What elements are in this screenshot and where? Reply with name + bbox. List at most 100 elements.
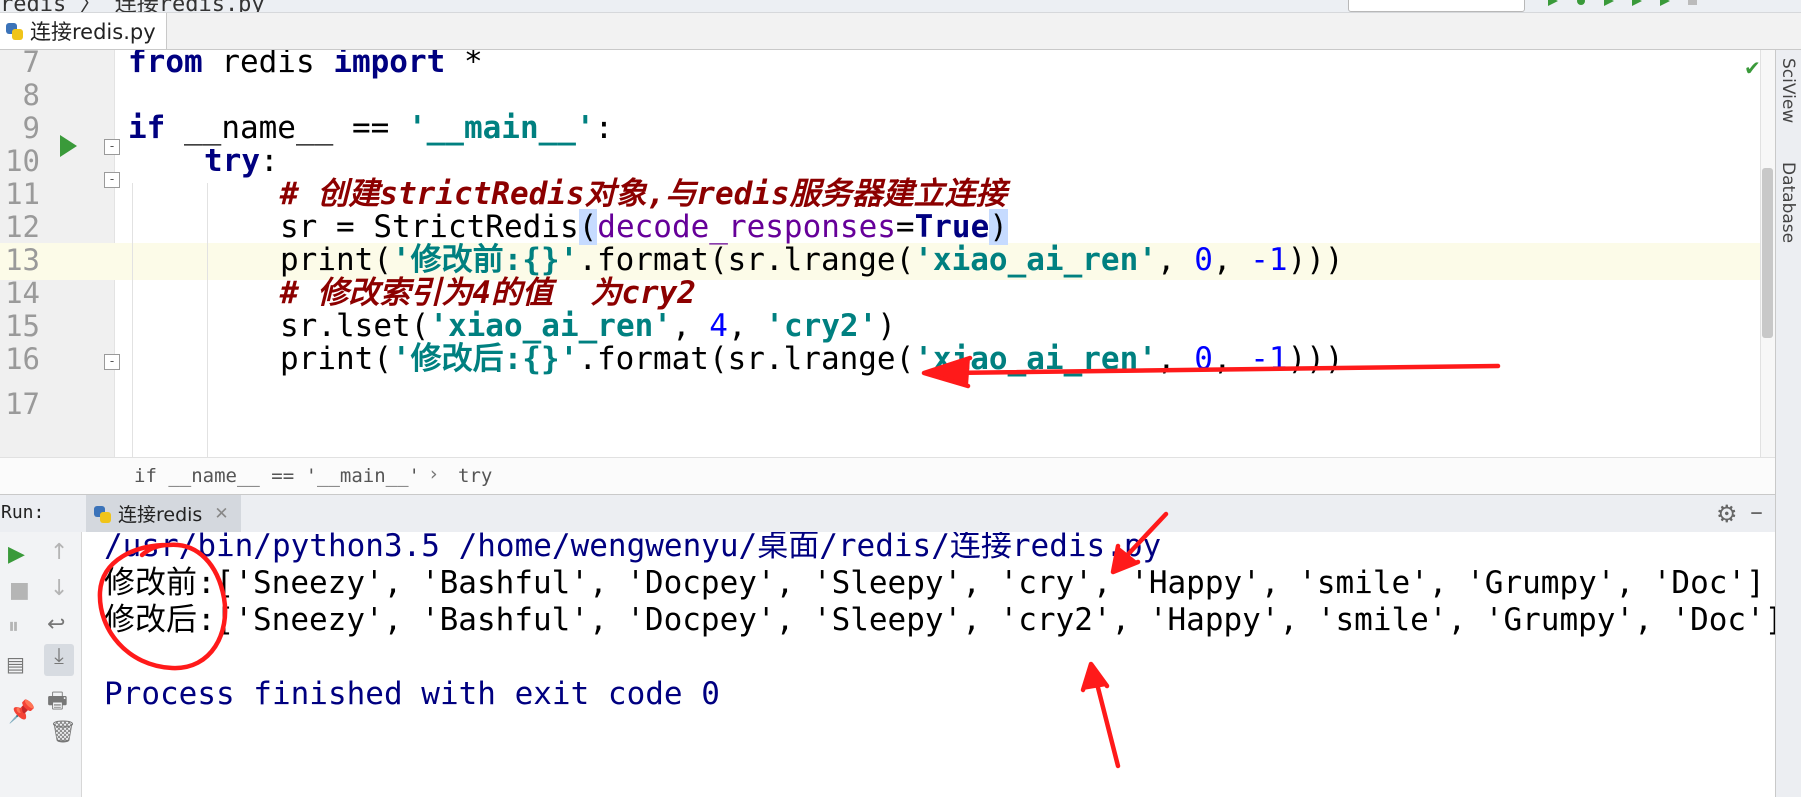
editor-tab-bar: 连接redis.py	[0, 13, 1801, 50]
code-line-13: print('修改前:{}'.format(sr.lrange('xiao_ai…	[280, 242, 1344, 279]
code-text: print(	[280, 242, 392, 278]
indent-guide	[132, 183, 133, 457]
code-line-14-comment: # 修改索引为4的值 为cry2	[280, 275, 696, 311]
code-text: __name__ ==	[165, 110, 408, 146]
string-literal: 'cry2'	[765, 308, 878, 344]
minimize-icon[interactable]: –	[1750, 497, 1763, 527]
string-literal: '修改后:{}'	[391, 341, 579, 377]
code-text: ,	[1156, 242, 1195, 278]
pin-icon[interactable]: 📌	[8, 700, 35, 725]
code-text: .format(sr.lrange(	[578, 341, 915, 377]
console-label-before: 修改前:	[104, 565, 216, 601]
right-tool-strip: SciView Database	[1775, 50, 1801, 797]
inspection-ok-icon[interactable]: ✔	[1744, 56, 1761, 80]
console-exit-message: Process finished with exit code 0	[104, 676, 720, 712]
restore-layout-icon[interactable]: ▤	[6, 652, 25, 676]
debug-icon[interactable]	[1574, 0, 1588, 6]
code-line-15: sr.lset('xiao_ai_ren', 4, 'cry2')	[280, 308, 896, 345]
run-toolbar-primary: ▶ ■ ⏸ ▤ 📌	[0, 532, 39, 797]
navigation-breadcrumb[interactable]: redis 〉 连接redis.py	[0, 0, 265, 12]
rerun-icon[interactable]: ▶	[8, 542, 25, 567]
code-line-9: if __name__ == '__main__':	[128, 110, 613, 147]
line-number: 9	[22, 111, 40, 145]
code-text: *	[445, 50, 483, 80]
console-list-after: ['Sneezy', 'Bashful', 'Docpey', 'Sleepy'…	[215, 602, 1775, 638]
pause-icon[interactable]: ⏸	[8, 614, 19, 639]
fold-marker-icon[interactable]: -	[104, 139, 120, 155]
line-number: 10	[5, 144, 40, 178]
database-tool-button[interactable]: Database	[1778, 162, 1798, 243]
number-literal: 0	[1194, 341, 1213, 377]
python-file-icon	[92, 504, 112, 524]
run-tab-connect-redis[interactable]: 连接redis ✕	[86, 495, 241, 532]
trash-icon[interactable]: 🗑	[49, 720, 77, 745]
soft-wrap-icon[interactable]: ↩	[47, 612, 65, 637]
code-text: .format(sr.lrange(	[578, 242, 915, 278]
console-label-after: 修改后:	[104, 602, 216, 638]
code-line-12: sr = StrictRedis(decode_responses=True)	[280, 209, 1008, 246]
breadcrumb-item-if-main[interactable]: if __name__ == '__main__'	[134, 465, 420, 487]
code-breadcrumb-bar: if __name__ == '__main__' › try	[0, 457, 1775, 495]
number-literal: 0	[1194, 242, 1213, 278]
fold-marker-icon[interactable]: -	[104, 354, 120, 370]
code-text: ,	[671, 308, 710, 344]
code-text: ,	[1212, 242, 1251, 278]
line-number: 17	[5, 387, 40, 421]
matched-bracket: )	[989, 209, 1008, 245]
top-toolbar-strip: redis 〉 连接redis.py	[0, 0, 1801, 13]
arrow-down-icon[interactable]: ↓	[50, 576, 68, 601]
code-text: :	[594, 110, 614, 146]
code-line-11-comment: # 创建strictRedis对象,与redis服务器建立连接	[280, 176, 1007, 212]
sciview-tool-button[interactable]: SciView	[1778, 58, 1798, 123]
scrollbar-thumb[interactable]	[1762, 168, 1773, 338]
run-window-label: Run:	[1, 502, 45, 523]
gear-icon[interactable]: ⚙	[1716, 500, 1738, 528]
profile-icon[interactable]	[1630, 0, 1644, 6]
print-icon[interactable]: 🖶	[47, 684, 68, 722]
code-text: ,	[1212, 341, 1251, 377]
coverage-icon[interactable]	[1602, 0, 1616, 6]
code-text: sr = StrictRedis	[280, 209, 579, 245]
string-literal: 'xiao_ai_ren'	[914, 242, 1157, 278]
scroll-to-end-icon[interactable]: ⤓	[44, 644, 74, 676]
run-console-output[interactable]: /usr/bin/python3.5 /home/wengwenyu/桌面/re…	[82, 532, 1775, 797]
arrow-up-icon[interactable]: ↑	[50, 540, 68, 565]
run-gutter-icon[interactable]	[60, 135, 77, 157]
line-number: 12	[5, 210, 40, 244]
code-text: :	[260, 143, 279, 179]
breadcrumb-item-try[interactable]: try	[458, 465, 492, 487]
keyword: try	[204, 143, 260, 179]
code-text: ,	[1156, 341, 1195, 377]
code-text: sr.lset(	[280, 308, 430, 344]
parameter-name: decode_responses	[597, 209, 896, 245]
stop-icon[interactable]	[1686, 0, 1700, 6]
run-icon[interactable]	[1546, 0, 1560, 6]
line-number: 13	[5, 243, 40, 277]
run-configuration-select[interactable]	[1348, 0, 1525, 12]
string-literal: '修改前:{}'	[391, 242, 579, 278]
file-tab-label: 连接redis.py	[30, 20, 156, 44]
code-line-10: try:	[204, 143, 279, 180]
keyword: if	[128, 110, 166, 146]
console-command-line: /usr/bin/python3.5 /home/wengwenyu/桌面/re…	[104, 532, 1162, 564]
number-literal: 4	[709, 308, 728, 344]
close-icon[interactable]: ✕	[214, 504, 228, 524]
indent-guide	[207, 183, 208, 457]
console-output-line-after: 修改后:['Sneezy', 'Bashful', 'Docpey', 'Sle…	[104, 602, 1775, 639]
line-number: 8	[22, 78, 40, 112]
matched-bracket: (	[578, 209, 598, 245]
file-tab-connect-redis[interactable]: 连接redis.py	[0, 13, 167, 49]
fold-marker-icon[interactable]: -	[104, 172, 120, 188]
code-text: print(	[280, 341, 392, 377]
line-number: 15	[5, 309, 40, 343]
breadcrumb-separator: ›	[430, 463, 438, 485]
code-text: redis	[202, 50, 334, 80]
run-toolbar-secondary: ↑ ↓ ↩ ⤓ 🖶 🗑	[38, 532, 82, 797]
code-text: =	[895, 209, 915, 245]
concurrency-icon[interactable]	[1658, 0, 1672, 6]
code-text: ,	[727, 308, 766, 344]
string-literal: 'xiao_ai_ren'	[429, 308, 672, 344]
code-editor[interactable]: 7 8 9 10 11 12 13 14 15 16 17 - - - from…	[0, 50, 1775, 457]
line-number: 16	[5, 342, 40, 376]
stop-icon[interactable]: ■	[9, 578, 30, 603]
